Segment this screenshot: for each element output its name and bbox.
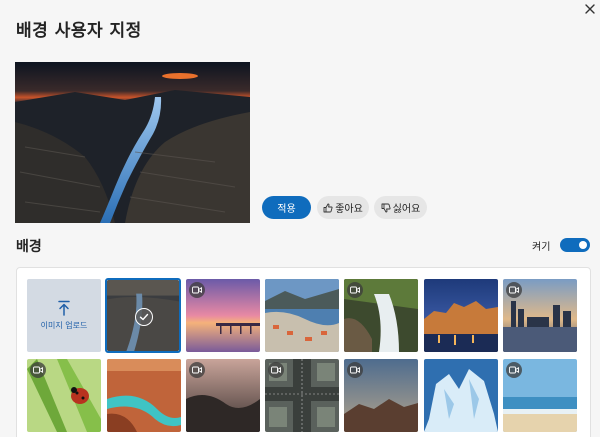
tile-harbor-town[interactable] bbox=[265, 279, 339, 352]
tile-waterfall[interactable] bbox=[344, 279, 418, 352]
dislike-button-label: 싫어요 bbox=[392, 204, 421, 215]
dislike-button[interactable]: 싫어요 bbox=[374, 196, 427, 219]
tile-coastal-rocks[interactable] bbox=[107, 280, 179, 351]
upload-image-label: 이미지 업로드 bbox=[40, 321, 88, 330]
upload-arrow-icon bbox=[58, 300, 70, 316]
thumbs-up-icon bbox=[323, 203, 333, 212]
tile-mountain-dusk[interactable] bbox=[344, 359, 418, 432]
apply-button[interactable]: 적용 bbox=[262, 196, 311, 219]
dialog-title: 배경 사용자 지정 bbox=[16, 21, 142, 41]
tile-city-skyline[interactable] bbox=[503, 279, 577, 352]
apply-button-label: 적용 bbox=[277, 204, 296, 215]
video-camera-icon bbox=[347, 282, 363, 298]
video-camera-icon bbox=[189, 362, 205, 378]
thumbs-down-icon bbox=[381, 203, 391, 212]
background-preview-image bbox=[15, 62, 250, 223]
tile-castle-night[interactable] bbox=[424, 279, 498, 352]
tile-aerial-road[interactable] bbox=[265, 359, 339, 432]
background-toggle-label: 켜기 bbox=[532, 242, 551, 253]
backgrounds-section-title: 배경 bbox=[16, 239, 42, 255]
video-camera-icon bbox=[30, 362, 46, 378]
tile-sunset-pier[interactable] bbox=[186, 279, 260, 352]
tile-canyon-river[interactable] bbox=[107, 359, 181, 432]
background-toggle[interactable] bbox=[560, 238, 590, 252]
customize-background-dialog: 배경 사용자 지정 적용 좋아요 싫어요 배경 켜기 이미지 업로드 bbox=[0, 0, 600, 437]
upload-image-button[interactable]: 이미지 업로드 bbox=[27, 279, 101, 352]
video-camera-icon bbox=[189, 282, 205, 298]
video-camera-icon bbox=[506, 362, 522, 378]
video-camera-icon bbox=[268, 362, 284, 378]
tile-iceberg[interactable] bbox=[424, 359, 498, 432]
like-button-label: 좋아요 bbox=[335, 204, 363, 215]
video-camera-icon bbox=[506, 282, 522, 298]
like-button[interactable]: 좋아요 bbox=[317, 196, 369, 219]
tile-beach[interactable] bbox=[503, 359, 577, 432]
close-icon[interactable] bbox=[583, 2, 597, 16]
selected-check-icon bbox=[135, 308, 153, 326]
tile-ladybug[interactable] bbox=[27, 359, 101, 432]
video-camera-icon bbox=[347, 362, 363, 378]
tile-misty-hills[interactable] bbox=[186, 359, 260, 432]
toggle-knob bbox=[579, 241, 587, 249]
